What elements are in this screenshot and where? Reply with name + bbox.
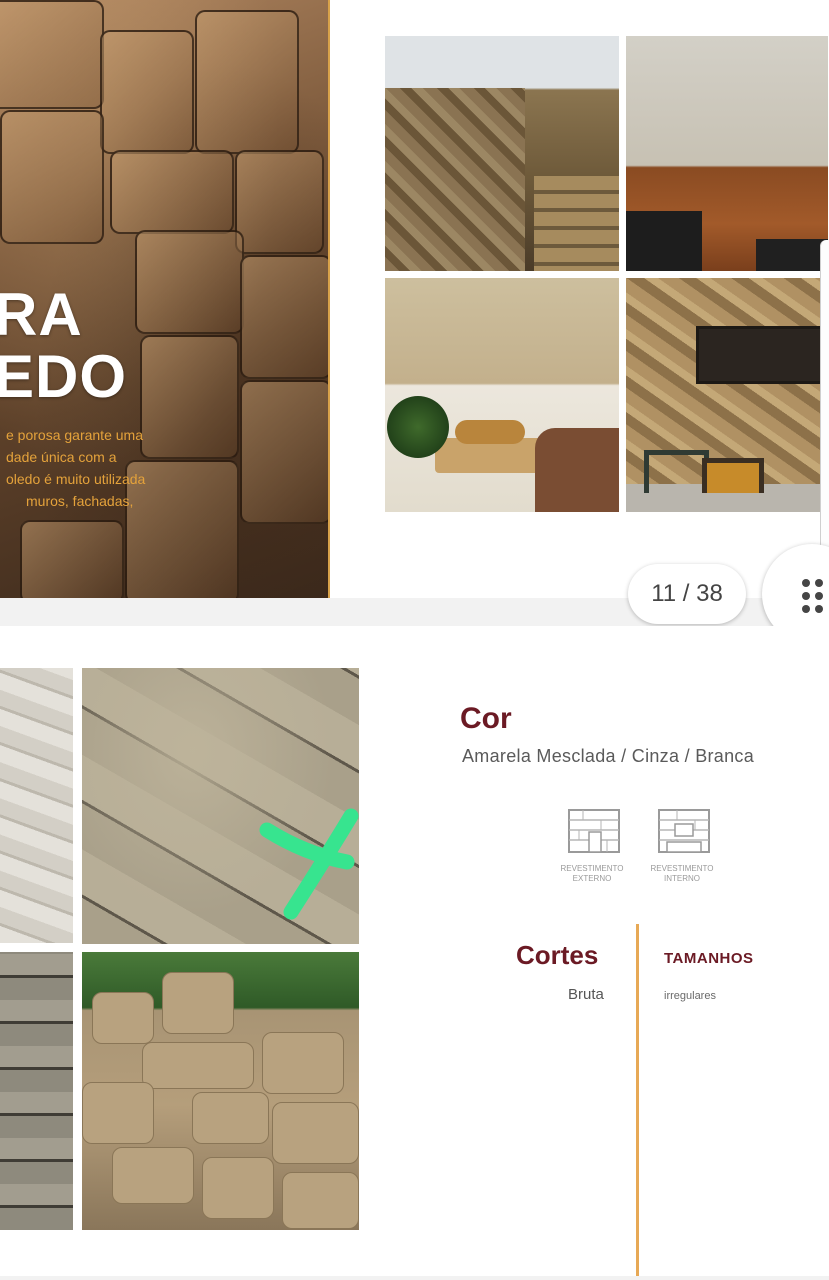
catalog-page-bottom: Cor Amarela Mesclada / Cinza / Branca RE… (0, 626, 829, 1276)
side-scroll-handle[interactable] (820, 240, 829, 568)
internal-cladding-label: REVESTIMENTO INTERNO (650, 864, 714, 883)
hero-title: RA EDO (0, 281, 128, 410)
grid-dots-icon (802, 579, 826, 613)
photo-stone-terrace (385, 36, 619, 271)
cortes-heading: Cortes (516, 940, 599, 970)
photo-dark-stone-wall (0, 952, 73, 1230)
cortes-value: Bruta (568, 986, 604, 1003)
stone-shape (20, 520, 124, 598)
page-counter-text: 11 / 38 (651, 580, 723, 607)
stone-shape (0, 110, 104, 244)
x-mark-annotation-icon (259, 808, 359, 920)
photo-light-stone-wall (626, 36, 828, 271)
cor-values: Amarela Mesclada / Cinza / Branca (462, 746, 755, 766)
section-divider (636, 924, 639, 1276)
stone-shape (135, 230, 244, 334)
photo-living-room (385, 278, 619, 512)
stone-shape (235, 150, 324, 254)
internal-cladding-icon (658, 809, 710, 853)
catalog-page-top: RA EDO e porosa garante uma dade única c… (0, 0, 829, 598)
external-cladding-label: REVESTIMENTO EXTERNO (560, 864, 624, 883)
stone-shape (100, 30, 194, 154)
tamanhos-value: irregulares (664, 990, 716, 1002)
hero-stone-wall-image: RA EDO e porosa garante uma dade única c… (0, 0, 330, 598)
page-counter: 11 / 38 (628, 564, 746, 624)
photo-stone-pile (82, 952, 359, 1230)
stone-shape (195, 10, 299, 154)
stone-shape (110, 150, 234, 234)
hero-description: e porosa garante uma dade única com a ol… (6, 427, 146, 509)
photo-light-stone-detail (0, 668, 73, 943)
stone-shape (240, 255, 330, 379)
photo-stone-wall-with-stools (626, 278, 828, 512)
external-cladding-icon (568, 809, 620, 853)
hero-accent-border (328, 0, 330, 598)
tamanhos-heading: TAMANHOS (664, 950, 754, 967)
stone-shape (0, 0, 104, 109)
cor-heading: Cor (460, 702, 512, 735)
